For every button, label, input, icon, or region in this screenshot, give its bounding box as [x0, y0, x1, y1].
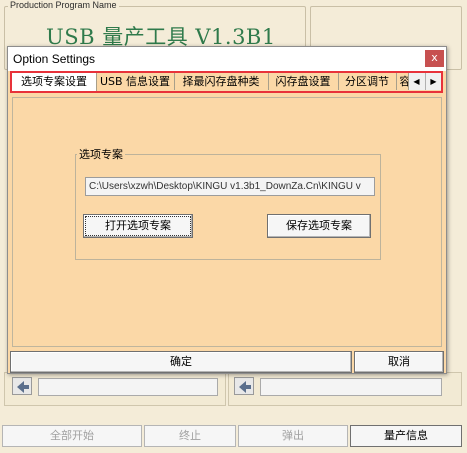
tab-option-project[interactable]: 选项专案设置 [12, 73, 97, 91]
tab-scroll-left-button[interactable]: ◀ [409, 73, 424, 90]
save-project-button[interactable]: 保存选项专案 [267, 214, 371, 238]
port-progress-right [260, 378, 442, 396]
tab-scroll-buttons: ◀ ▶ [408, 73, 441, 90]
close-button[interactable]: x [425, 50, 444, 67]
tab-flash-settings[interactable]: 闪存盘设置 [268, 73, 339, 90]
tab-content-panel: 选项专案 C:\Users\xzwh\Desktop\KINGU v1.3b1_… [12, 97, 442, 347]
left-arrow-icon [17, 381, 29, 393]
program-name-group-title: Production Program Name [8, 0, 119, 10]
project-path-field[interactable]: C:\Users\xzwh\Desktop\KINGU v1.3b1_DownZ… [85, 177, 375, 196]
port-progress-left [38, 378, 218, 396]
start-all-button[interactable]: 全部开始 [2, 425, 142, 447]
tab-strip: 选项专案设置 USB 信息设置 择最闪存盘种类 闪存盘设置 分区调节 容 ◀ ▶ [10, 71, 443, 93]
option-project-group-title: 选项专案 [77, 146, 125, 162]
triangle-right-icon: ▶ [430, 77, 437, 86]
port-right-arrow-button[interactable] [234, 377, 254, 395]
tab-scroll-right-button[interactable]: ▶ [425, 73, 441, 90]
triangle-left-icon: ◀ [413, 77, 420, 86]
option-settings-dialog: Option Settings x 选项专案设置 USB 信息设置 择最闪存盘种… [7, 46, 447, 374]
dialog-titlebar: Option Settings x [8, 47, 446, 71]
eject-button[interactable]: 弹出 [238, 425, 348, 447]
stop-button[interactable]: 终止 [144, 425, 236, 447]
port-left-arrow-button[interactable] [12, 377, 32, 395]
dialog-title: Option Settings [13, 52, 96, 66]
option-project-group [75, 154, 381, 260]
tab-flash-type[interactable]: 择最闪存盘种类 [174, 73, 269, 90]
ok-button[interactable]: 确定 [10, 351, 352, 373]
production-info-button[interactable]: 量产信息 [350, 425, 462, 447]
left-arrow-icon [239, 381, 251, 393]
close-icon: x [431, 51, 438, 64]
cancel-button[interactable]: 取消 [354, 351, 444, 373]
open-project-button[interactable]: 打开选项专案 [83, 214, 193, 238]
tab-partition[interactable]: 分区调节 [338, 73, 397, 90]
tab-usb-info[interactable]: USB 信息设置 [96, 73, 175, 90]
